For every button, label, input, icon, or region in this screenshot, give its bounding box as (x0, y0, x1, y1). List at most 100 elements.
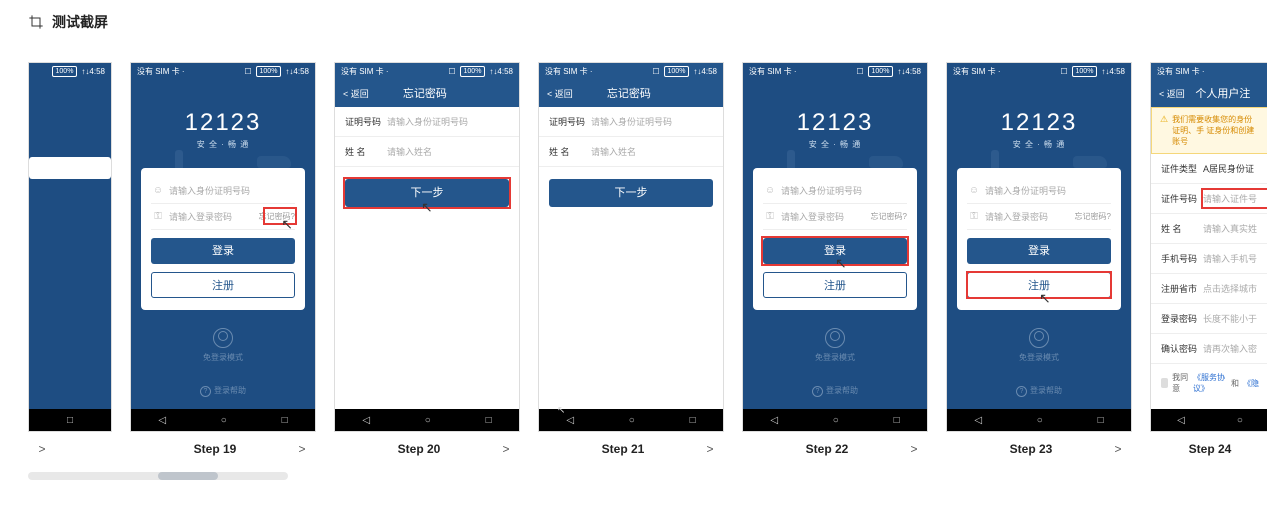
back-button[interactable]: < 返回 (343, 87, 369, 100)
nav-home-icon[interactable]: ○ (221, 415, 227, 426)
user-icon: ☺ (763, 185, 777, 196)
step-label-row: Step 19 > (130, 442, 316, 456)
battery-pill: 100% (256, 66, 282, 77)
face-login-label[interactable]: 免登录模式 (743, 352, 927, 363)
nav-recent-icon[interactable]: □ (690, 415, 696, 426)
screenshot-row[interactable]: 100% ↑↓4:58 □ > 没有 SIM 卡 · ☐100%↑↓4:58 1… (0, 62, 1267, 456)
password-input[interactable]: ⚿请输入登录密码忘记密码? (763, 204, 907, 230)
screenshot-cell-19[interactable]: 没有 SIM 卡 · ☐100%↑↓4:58 12123 安 全 · 畅 通 ☺… (130, 62, 316, 456)
scrollbar-thumb[interactable] (158, 472, 218, 480)
step-label: Step 23 (952, 442, 1110, 456)
face-login-label[interactable]: 免登录模式 (131, 352, 315, 363)
nav-home-icon[interactable]: ○ (425, 415, 431, 426)
forgot-link[interactable]: 忘记密码? (871, 211, 907, 222)
login-button[interactable]: 登录 (151, 238, 295, 264)
doc-icon: ☐ (448, 67, 455, 76)
help-link[interactable]: 登录帮助 (131, 385, 315, 397)
chevron-right-icon[interactable]: > (906, 442, 922, 456)
password-input[interactable]: ⚿请输入登录密码忘记密码? (967, 204, 1111, 230)
screenshot-cell-24[interactable]: 没有 SIM 卡 · < 返回 个人用户注 ⚠ 我们需要收集您的身份证明、手 证… (1150, 62, 1267, 456)
password-input[interactable]: ⚿ 请输入登录密码 忘记密码? ↖ (151, 204, 295, 230)
time-label: ↑↓4:58 (489, 67, 513, 76)
nav-home-icon[interactable]: ○ (833, 415, 839, 426)
next-button[interactable]: 下一步 (549, 179, 713, 207)
nav-recent-icon[interactable]: □ (282, 415, 288, 426)
num-field[interactable]: 证件号码请输入证件号 (1151, 184, 1267, 214)
nav-back-icon[interactable]: ◁ (158, 415, 166, 426)
id-input[interactable]: ☺ 请输入身份证明号码 (151, 178, 295, 204)
car-decoration (253, 150, 297, 170)
screenshot-cell-23[interactable]: 没有 SIM 卡 · ☐100%↑↓4:58 12123 安 全 · 畅 通 ☺… (946, 62, 1132, 456)
app-logo: 12123 (131, 109, 315, 137)
chevron-right-icon[interactable]: > (1110, 442, 1126, 456)
screenshot-cell-22[interactable]: 没有 SIM 卡 · ☐100%↑↓4:58 12123 安 全 · 畅 通 ☺… (742, 62, 928, 456)
horizontal-scrollbar[interactable] (28, 472, 288, 480)
nav-back-icon[interactable]: ◁ (1177, 415, 1185, 426)
agree-link1[interactable]: 《服务协议》 (1193, 372, 1227, 394)
id-input[interactable]: ☺请输入身份证明号码 (763, 178, 907, 204)
screenshot-cell-21[interactable]: 没有 SIM 卡 · ☐100%↑↓4:58 < 返回 忘记密码 证明号码请输入… (538, 62, 724, 456)
name-field[interactable]: 姓 名请输入姓名 (539, 137, 723, 167)
help-link[interactable]: 登录帮助 (947, 385, 1131, 397)
phone-frame: 没有 SIM 卡 · < 返回 个人用户注 ⚠ 我们需要收集您的身份证明、手 证… (1150, 62, 1267, 432)
next-button[interactable]: 下一步 ↖ (345, 179, 509, 207)
type-field[interactable]: 证件类型A居民身份证 (1151, 154, 1267, 184)
nav-square-icon[interactable]: □ (67, 415, 73, 426)
pw-field[interactable]: 登录密码长度不能小于 (1151, 304, 1267, 334)
id-field[interactable]: 证明号码请输入身份证明号码 (539, 107, 723, 137)
nav-recent-icon[interactable]: □ (894, 415, 900, 426)
name-field[interactable]: 姓 名请输入真实姓 (1151, 214, 1267, 244)
nav-back-icon[interactable]: ◁ (974, 415, 982, 426)
face-login-icon[interactable] (213, 328, 233, 348)
agree-link2[interactable]: 《隐 (1243, 378, 1259, 389)
chevron-right-icon[interactable]: > (294, 442, 310, 456)
form-area: 证明号码请输入身份证明号码 姓 名请输入姓名 下一步 ↖ (335, 107, 519, 409)
agree-row[interactable]: 我同意 《服务协议》 和 《隐 (1151, 364, 1267, 402)
chevron-right-icon[interactable]: > (498, 442, 514, 456)
cpw-field[interactable]: 确认密码请再次输入密 (1151, 334, 1267, 364)
cursor-icon: ↖ (1039, 285, 1051, 311)
num-label: 证件号码 (1161, 192, 1203, 205)
nav-recent-icon[interactable]: □ (486, 415, 492, 426)
back-button[interactable]: < 返回 (547, 87, 573, 100)
nav-home-icon[interactable]: ○ (1037, 415, 1043, 426)
register-button[interactable]: 注册 ↖ (967, 272, 1111, 298)
face-login-icon[interactable] (1029, 328, 1049, 348)
screenshot-cell-20[interactable]: 没有 SIM 卡 · ☐100%↑↓4:58 < 返回 忘记密码 证明号码请输入… (334, 62, 520, 456)
battery-pill: 100% (460, 66, 486, 77)
nav-back-icon[interactable]: ◁ (770, 415, 778, 426)
status-bar: 没有 SIM 卡 · ☐100%↑↓4:58 (539, 63, 723, 79)
back-button[interactable]: < 返回 (1159, 87, 1185, 100)
help-link[interactable]: 登录帮助 (743, 385, 927, 397)
sim-label: 没有 SIM 卡 · (1157, 66, 1205, 77)
login-card: ☺ 请输入身份证明号码 ⚿ 请输入登录密码 忘记密码? ↖ 登录 注册 (141, 168, 305, 310)
nav-back-icon[interactable]: ◁ (566, 415, 574, 426)
chevron-right-icon[interactable]: > (702, 442, 718, 456)
pw-placeholder: 请输入登录密码 (777, 210, 871, 223)
login-button[interactable]: 登录 (967, 238, 1111, 264)
face-login-icon[interactable] (825, 328, 845, 348)
name-field[interactable]: 姓 名请输入姓名 (335, 137, 519, 167)
forgot-link[interactable]: 忘记密码? (1075, 211, 1111, 222)
phone-field[interactable]: 手机号码请输入手机号 (1151, 244, 1267, 274)
chevron-right-icon[interactable]: > (34, 442, 50, 456)
below-card: 免登录模式 登录帮助 (743, 328, 927, 397)
logo-block: 12123 安 全 · 畅 通 (743, 79, 927, 168)
name-value: 请输入姓名 (591, 145, 713, 158)
name-value: 请输入姓名 (387, 145, 509, 158)
register-button[interactable]: 注册 (151, 272, 295, 298)
nav-home-icon[interactable]: ○ (1237, 415, 1243, 426)
id-input[interactable]: ☺请输入身份证明号码 (967, 178, 1111, 204)
android-nav: □ (29, 409, 111, 431)
status-bar: 没有 SIM 卡 · ☐100%↑↓4:58 (131, 63, 315, 79)
agree-checkbox[interactable] (1161, 378, 1168, 388)
prov-field[interactable]: 注册省市点击选择城市 (1151, 274, 1267, 304)
pw-placeholder: 请输入登录密码 (165, 210, 259, 223)
nav-recent-icon[interactable]: □ (1098, 415, 1104, 426)
face-login-label[interactable]: 免登录模式 (947, 352, 1131, 363)
nav-back-icon[interactable]: ◁ (362, 415, 370, 426)
nav-home-icon[interactable]: ○ (629, 415, 635, 426)
login-button[interactable]: 登录 ↖ (763, 238, 907, 264)
id-field[interactable]: 证明号码请输入身份证明号码 (335, 107, 519, 137)
phone-frame: 100% ↑↓4:58 □ (28, 62, 112, 432)
